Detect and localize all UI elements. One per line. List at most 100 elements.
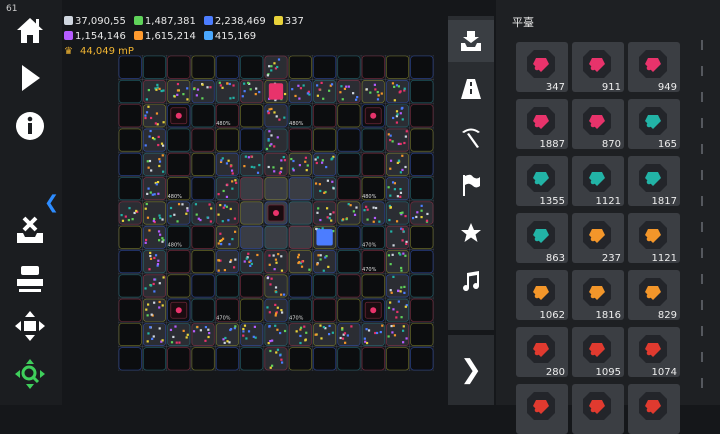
item-dot: [399, 290, 402, 293]
item-dot: [304, 156, 307, 159]
inventory-card[interactable]: 1817: [628, 156, 680, 207]
item-dot: [227, 219, 230, 222]
item-dot: [173, 213, 176, 216]
board-cell: [143, 104, 166, 128]
item-dot: [282, 156, 285, 159]
item-dot: [392, 275, 395, 278]
item-dot: [389, 206, 393, 209]
item-dot: [209, 220, 212, 223]
board-cell: [264, 298, 288, 322]
board-cell: [167, 55, 191, 79]
inventory-card[interactable]: 1095: [572, 327, 624, 378]
item-count: 1121: [595, 196, 621, 207]
item-dot: [365, 341, 369, 345]
tray-icon: [17, 266, 43, 292]
inventory-card[interactable]: [628, 384, 680, 434]
home-button[interactable]: [10, 12, 50, 48]
item-dot: [219, 84, 222, 87]
gem-item-icon: [639, 392, 667, 420]
inventory-card[interactable]: 1121: [628, 213, 680, 264]
item-count: 1074: [651, 367, 677, 378]
inventory-card[interactable]: 1355: [516, 156, 568, 207]
tab-music[interactable]: [448, 260, 494, 302]
inventory-card[interactable]: 911: [572, 42, 624, 93]
collapse-panel-button[interactable]: ❮: [44, 192, 59, 213]
item-dot: [169, 206, 173, 210]
item-dot: [146, 340, 149, 343]
inventory-card[interactable]: [572, 384, 624, 434]
inventory-card[interactable]: 949: [628, 42, 680, 93]
info-button[interactable]: [10, 108, 50, 144]
tab-inbox[interactable]: [448, 20, 494, 62]
item-dot: [323, 191, 326, 195]
inventory-card[interactable]: 1887: [516, 99, 568, 150]
item-dot: [226, 340, 229, 343]
item-dot: [273, 62, 276, 65]
item-dot: [395, 316, 398, 319]
board-cell: [167, 152, 191, 176]
tab-favorites[interactable]: [448, 212, 494, 254]
item-dot: [275, 115, 278, 118]
clear-inbox-button[interactable]: [10, 212, 50, 248]
item-dot: [256, 253, 259, 257]
inventory-card[interactable]: [516, 384, 568, 434]
inventory-card[interactable]: 870: [572, 99, 624, 150]
item-dot: [405, 240, 408, 244]
board-cell: [191, 177, 215, 201]
item-dot: [275, 351, 278, 354]
board-cell: [118, 55, 142, 79]
game-board[interactable]: 480% 480% 480% 480% 480% 470% 470% 470% 470%: [118, 55, 434, 371]
zoom-view-button[interactable]: [10, 356, 50, 392]
inventory-card[interactable]: 829: [628, 270, 680, 321]
item-dot: [365, 328, 368, 331]
item-dot: [217, 193, 220, 196]
item-dot: [268, 325, 271, 328]
move-button[interactable]: [10, 308, 50, 344]
play-button[interactable]: [10, 60, 50, 96]
item-dot: [150, 313, 153, 316]
item-dot: [332, 187, 335, 190]
item-dot: [411, 216, 415, 220]
inventory-card[interactable]: 347: [516, 42, 568, 93]
item-dot: [268, 130, 271, 133]
item-dot: [217, 259, 220, 262]
scrollbar[interactable]: [700, 40, 704, 400]
tab-road[interactable]: [448, 68, 494, 110]
board-cell: [118, 250, 142, 274]
board-cell: [410, 128, 434, 152]
board-cell: [118, 347, 142, 371]
item-dot: [178, 341, 181, 344]
item-dot: [158, 158, 161, 161]
save-layout-button[interactable]: [10, 260, 50, 296]
item-dot: [331, 180, 334, 183]
item-dot: [390, 324, 393, 328]
next-page-button[interactable]: ❯: [448, 335, 494, 405]
inventory-card[interactable]: 1816: [572, 270, 624, 321]
item-dot: [182, 93, 185, 96]
item-dot: [243, 82, 246, 85]
tab-mining[interactable]: [448, 116, 494, 158]
item-dot: [158, 327, 161, 330]
inventory-card[interactable]: 1062: [516, 270, 568, 321]
item-dot: [241, 95, 244, 98]
inventory-card[interactable]: 1121: [572, 156, 624, 207]
item-dot: [232, 266, 236, 269]
item-dot: [149, 129, 152, 133]
item-dot: [316, 263, 319, 266]
inventory-card[interactable]: 165: [628, 99, 680, 150]
item-dot: [319, 218, 322, 222]
inventory-card[interactable]: 280: [516, 327, 568, 378]
item-dot: [268, 263, 271, 266]
board-cell: [240, 274, 264, 298]
tab-flag[interactable]: [448, 164, 494, 206]
inventory-card[interactable]: 863: [516, 213, 568, 264]
item-dot: [274, 314, 277, 317]
item-dot: [300, 265, 304, 268]
inventory-card[interactable]: 237: [572, 213, 624, 264]
item-dot: [343, 87, 347, 90]
item-dot: [405, 130, 408, 133]
inventory-card[interactable]: 1074: [628, 327, 680, 378]
board-cell: [410, 80, 434, 103]
resource-row-1: 37,090,55 1,487,381 2,238,469 337: [64, 14, 308, 29]
item-dot: [270, 134, 273, 137]
